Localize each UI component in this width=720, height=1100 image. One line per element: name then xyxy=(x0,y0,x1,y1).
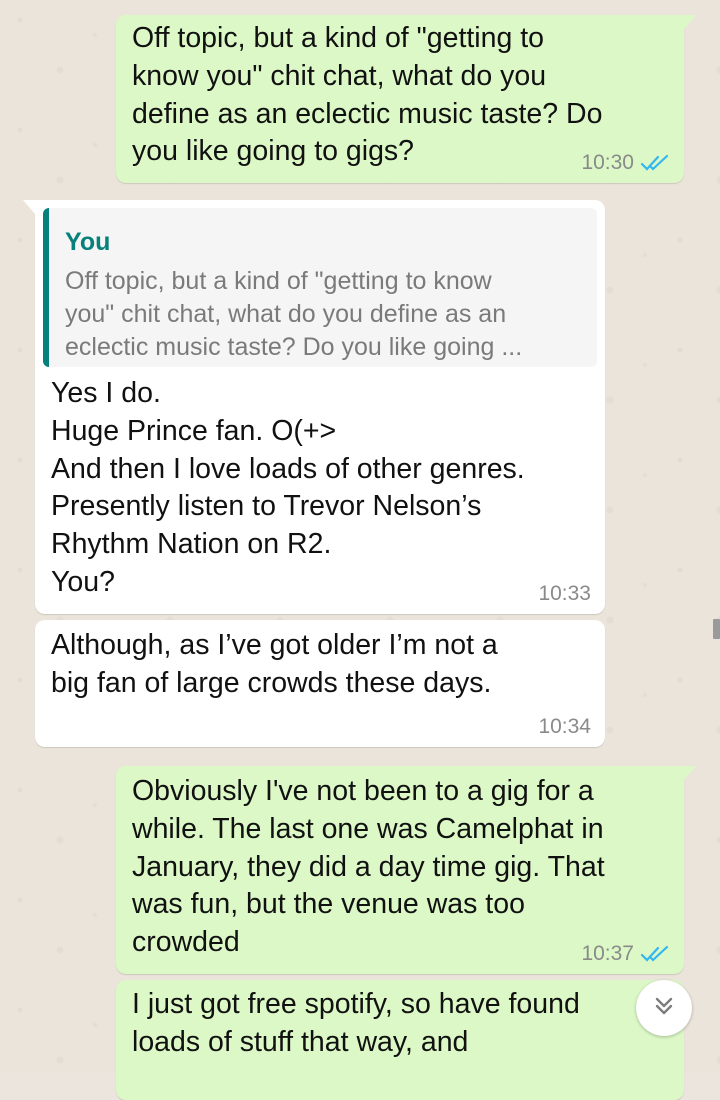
incoming-message-bubble[interactable]: You Off topic, but a kind of "getting to… xyxy=(23,200,605,614)
chat-message-list[interactable]: Off topic, but a kind of "getting to kno… xyxy=(0,0,720,1100)
message-meta: 10:34 xyxy=(538,715,591,739)
bubble-tail xyxy=(684,766,696,780)
scroll-to-bottom-button[interactable] xyxy=(636,980,692,1036)
message-time: 10:33 xyxy=(538,582,591,605)
message-text: Yes I do. Huge Prince fan. O(+> And then… xyxy=(51,377,525,598)
quote-accent-bar xyxy=(43,208,49,367)
message-time: 10:34 xyxy=(538,715,591,738)
message-text: Off topic, but a kind of "getting to kno… xyxy=(132,22,603,168)
incoming-message-bubble[interactable]: Although, as I’ve got older I’m not a bi… xyxy=(35,620,605,747)
bubble-tail xyxy=(23,200,35,214)
double-chevron-down-icon xyxy=(652,994,676,1023)
quoted-message[interactable]: You Off topic, but a kind of "getting to… xyxy=(43,208,597,367)
outgoing-message-bubble[interactable]: Obviously I've not been to a gig for a w… xyxy=(116,766,696,974)
message-meta: 10:30 xyxy=(581,151,670,175)
message-meta: 10:37 xyxy=(581,942,670,966)
bubble-tail xyxy=(684,15,696,29)
message-meta: 10:33 xyxy=(538,582,591,606)
double-check-icon xyxy=(640,945,670,963)
message-time: 10:37 xyxy=(581,942,634,965)
message-text: Obviously I've not been to a gig for a w… xyxy=(132,775,605,959)
message-time: 10:30 xyxy=(581,151,634,174)
message-text: Although, as I’ve got older I’m not a bi… xyxy=(51,629,498,699)
quote-author: You xyxy=(65,228,111,256)
double-check-icon xyxy=(640,154,670,172)
outgoing-message-bubble[interactable]: I just got free spotify, so have found l… xyxy=(116,980,684,1100)
scrollbar-thumb[interactable] xyxy=(713,619,720,639)
quote-text: Off topic, but a kind of "getting to kno… xyxy=(65,267,523,361)
outgoing-message-bubble[interactable]: Off topic, but a kind of "getting to kno… xyxy=(116,15,696,183)
message-text: I just got free spotify, so have found l… xyxy=(132,988,580,1058)
